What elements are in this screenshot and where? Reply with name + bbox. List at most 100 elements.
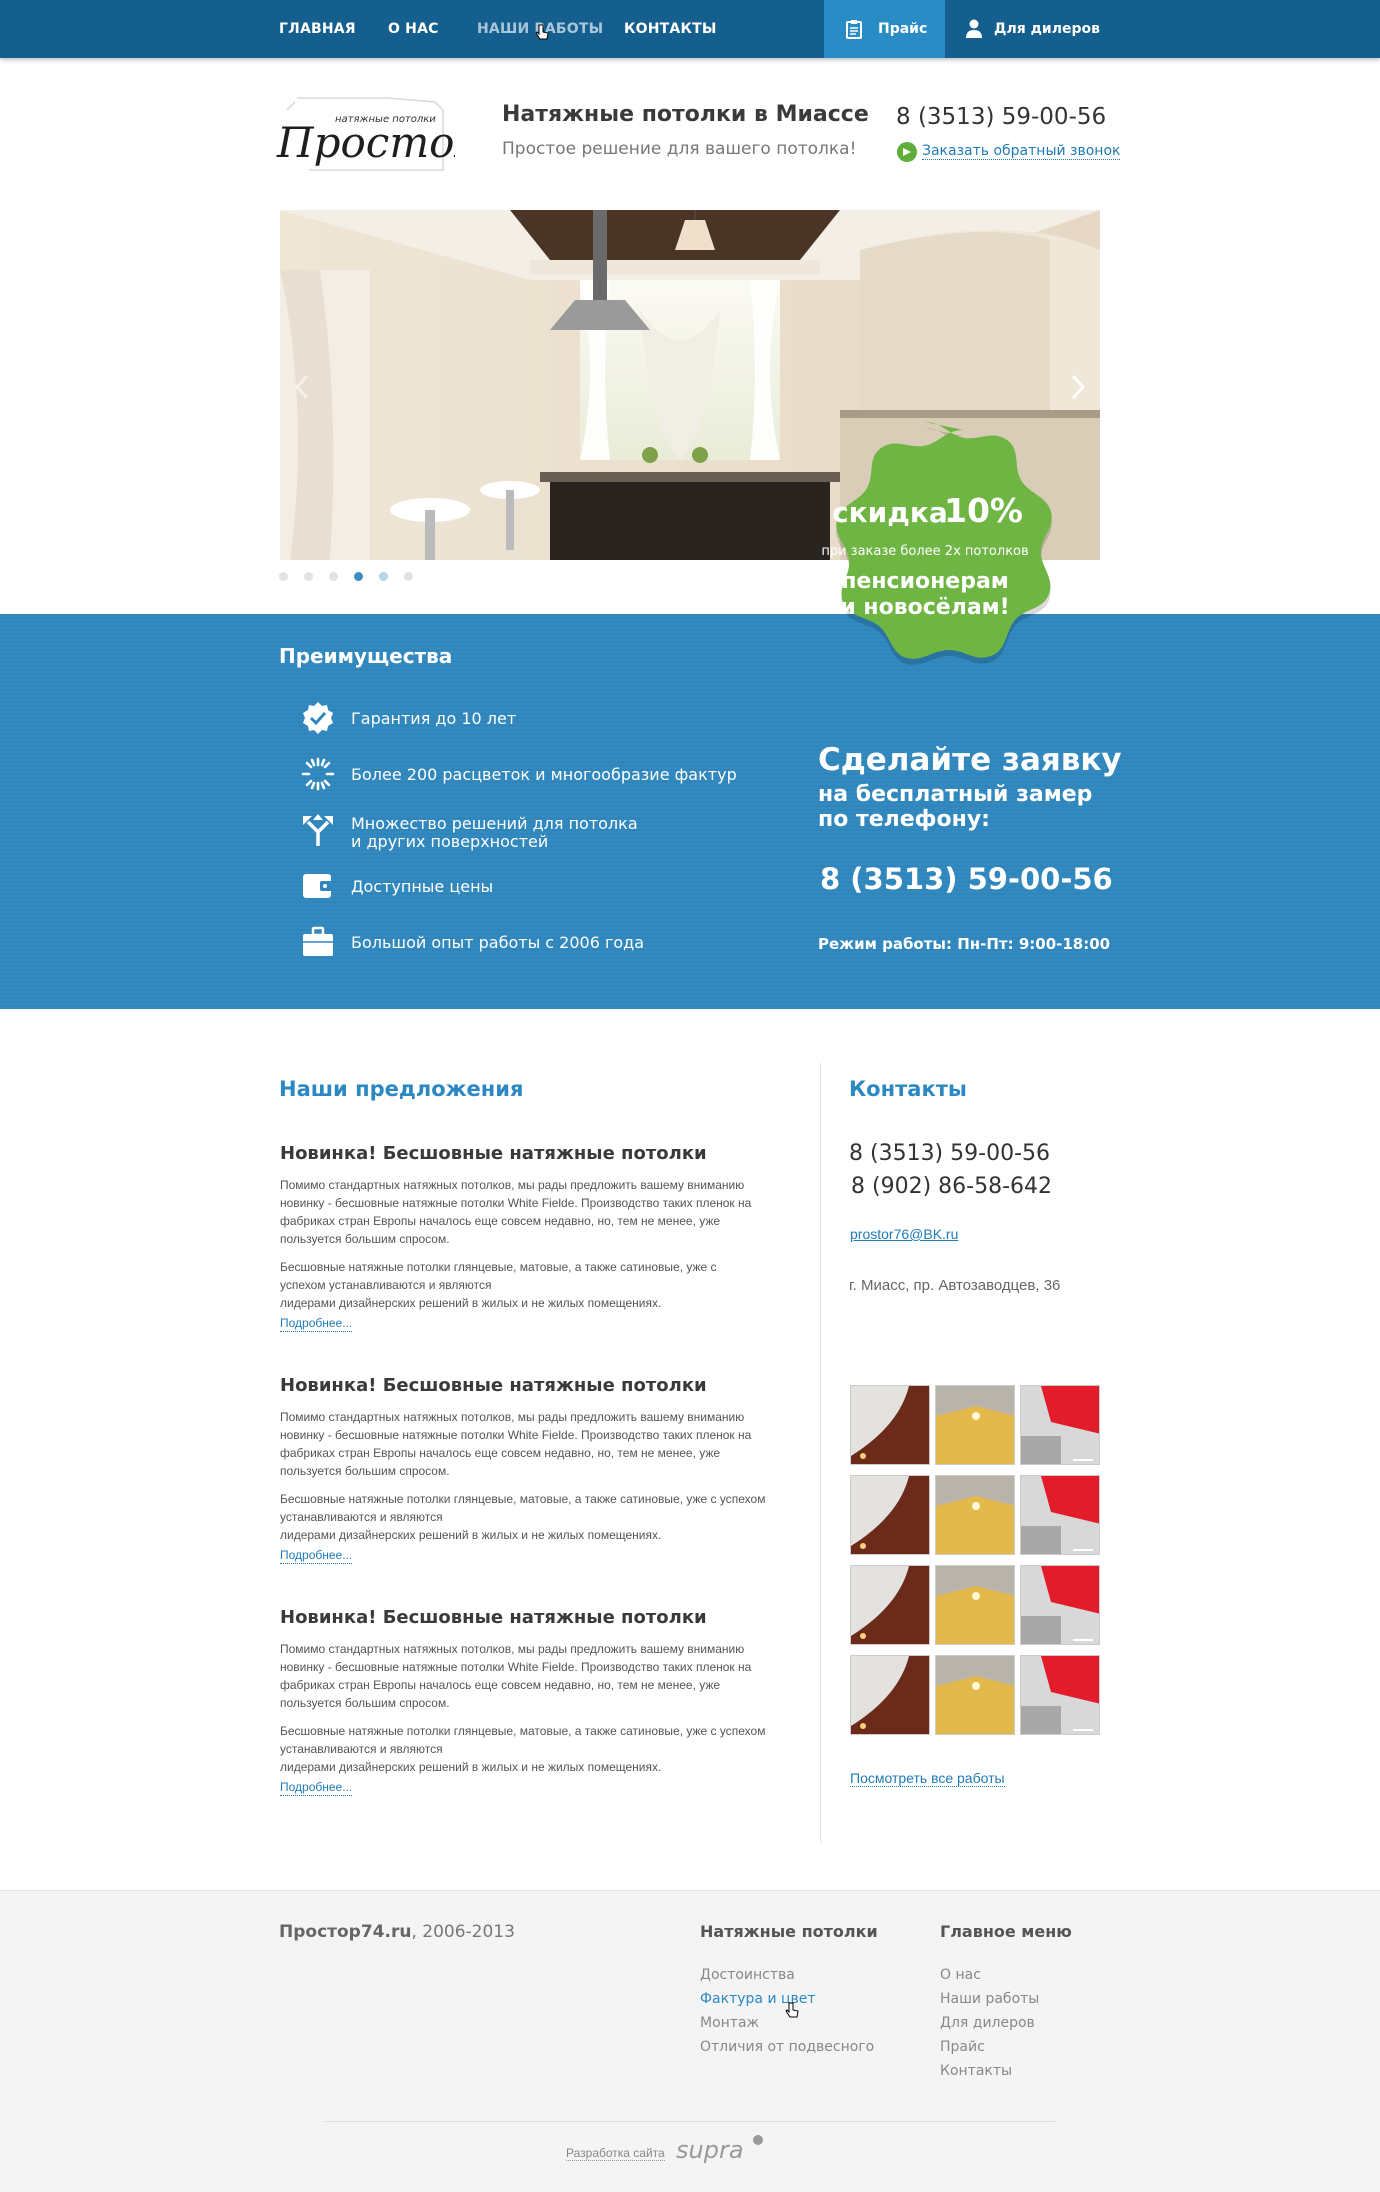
work-thumbnail[interactable] xyxy=(1020,1385,1100,1465)
slider-dot[interactable] xyxy=(379,572,388,581)
nav-item-contacts[interactable]: Контакты xyxy=(624,0,717,58)
offer-item: Новинка! Бесшовные натяжные потолки Поми… xyxy=(280,1375,780,1564)
offer-title: Новинка! Бесшовные натяжные потолки xyxy=(280,1375,707,1396)
offer-title: Новинка! Бесшовные натяжные потолки xyxy=(280,1143,707,1164)
slider-dot[interactable] xyxy=(329,572,338,581)
color-wheel-icon xyxy=(301,757,335,791)
work-thumbnail[interactable] xyxy=(935,1655,1015,1735)
footer-link[interactable]: Наши работы xyxy=(940,1991,1039,2007)
offer-more-link[interactable]: Подробнее... xyxy=(280,1316,353,1332)
contact-phone: 8 (3513) 59-00-56 xyxy=(849,1141,1050,1166)
contact-address: г. Миасс, пр. Автозаводцев, 36 xyxy=(849,1277,1061,1294)
work-thumbnail[interactable] xyxy=(850,1385,930,1465)
footer-link[interactable]: Отличия от подвесного xyxy=(700,2039,874,2055)
all-works-link[interactable]: Посмотреть все работы xyxy=(850,1770,1005,1787)
footer-link[interactable]: Монтаж xyxy=(700,2015,759,2031)
work-thumbnail[interactable] xyxy=(935,1385,1015,1465)
offer-more-link[interactable]: Подробнее... xyxy=(280,1548,353,1564)
svg-text:скидка: скидка xyxy=(832,496,948,529)
check-badge-icon xyxy=(303,702,333,734)
work-thumbnail[interactable] xyxy=(1020,1475,1100,1555)
contacts-title: Контакты xyxy=(849,1077,967,1101)
clipboard-icon xyxy=(846,20,862,39)
arrow-circle-icon xyxy=(897,142,917,162)
top-nav: Главная О нас Наши работы Контакты Прайс… xyxy=(0,0,1380,58)
svg-text:и новосёлам!: и новосёлам! xyxy=(840,595,1009,620)
work-thumbnail[interactable] xyxy=(935,1475,1015,1555)
work-thumbnail[interactable] xyxy=(1020,1655,1100,1735)
work-thumbnail[interactable] xyxy=(935,1565,1015,1645)
work-hours: Режим работы: Пн-Пт: 9:00-18:00 xyxy=(818,935,1111,953)
svg-text:пенсионерам: пенсионерам xyxy=(841,569,1009,594)
offer-text: Помимо стандартных натяжных потолков, мы… xyxy=(280,1410,752,1478)
svg-text:при заказе более 2х потолков: при заказе более 2х потолков xyxy=(821,544,1028,559)
arrows-split-icon xyxy=(303,814,333,846)
slider-dot[interactable] xyxy=(404,572,413,581)
slider-prev-icon[interactable] xyxy=(294,374,310,400)
offer-text: Бесшовные натяжные потолки глянцевые, ма… xyxy=(280,1260,717,1310)
advantage-text: Большой опыт работы с 2006 года xyxy=(351,933,645,952)
advantage-text: Более 200 расцветок и многообразие факту… xyxy=(351,765,737,784)
footer-link[interactable]: Для дилеров xyxy=(940,2015,1035,2031)
offer-title: Новинка! Бесшовные натяжные потолки xyxy=(280,1607,707,1628)
order-subtitle-line: на бесплатный замер xyxy=(818,782,1093,807)
slider-dot-active[interactable] xyxy=(354,572,363,581)
briefcase-icon xyxy=(303,926,333,956)
slider-next-icon[interactable] xyxy=(1070,374,1086,400)
offers-title: Наши предложения xyxy=(279,1077,524,1101)
nav-item-home[interactable]: Главная xyxy=(279,0,356,58)
wallet-icon xyxy=(303,874,333,898)
callback-label: Заказать обратный звонок xyxy=(922,143,1121,160)
price-label: Прайс xyxy=(878,21,928,37)
price-button[interactable]: Прайс xyxy=(824,0,945,58)
svg-text:supra: supra xyxy=(676,2136,744,2164)
order-subtitle-line: по телефону: xyxy=(818,807,990,832)
hand-cursor-icon xyxy=(785,2002,799,2018)
slider-dot[interactable] xyxy=(304,572,313,581)
developer-link[interactable]: Разработка сайта xyxy=(566,2146,665,2161)
advantage-text: и других поверхностей xyxy=(351,832,549,851)
hand-cursor-icon xyxy=(535,24,549,40)
work-thumbnail[interactable] xyxy=(850,1565,930,1645)
work-thumbnail[interactable] xyxy=(850,1475,930,1555)
work-thumbnail[interactable] xyxy=(1020,1565,1100,1645)
advantages-band xyxy=(0,614,1380,1009)
footer-years: , 2006-2013 xyxy=(411,1922,515,1942)
user-icon xyxy=(966,19,982,38)
footer-link[interactable]: О нас xyxy=(940,1967,981,1983)
advantage-text: Гарантия до 10 лет xyxy=(351,709,517,728)
footer-link[interactable]: Контакты xyxy=(940,2063,1012,2079)
contact-email-link[interactable]: prostor76@BK.ru xyxy=(850,1226,958,1242)
offer-text: Бесшовные натяжные потолки глянцевые, ма… xyxy=(280,1492,766,1542)
footer-copyright: Простор74.ru, 2006-2013 xyxy=(279,1922,515,1942)
offer-item: Новинка! Бесшовные натяжные потолки Поми… xyxy=(280,1607,780,1796)
work-thumbnail[interactable] xyxy=(850,1655,930,1735)
footer-col-title: Главное меню xyxy=(940,1922,1072,1941)
footer-col-title: Натяжные потолки xyxy=(700,1922,878,1941)
footer-link[interactable]: Прайс xyxy=(940,2039,985,2055)
offer-text: Бесшовные натяжные потолки глянцевые, ма… xyxy=(280,1724,766,1774)
nav-item-about[interactable]: О нас xyxy=(388,0,439,58)
footer-link[interactable]: Достоинства xyxy=(700,1967,795,1983)
advantages-title: Преимущества xyxy=(279,644,453,668)
offer-more-link[interactable]: Подробнее... xyxy=(280,1780,353,1796)
slider-dot[interactable] xyxy=(279,572,288,581)
advantage-text: Доступные цены xyxy=(351,877,494,896)
site-title: Натяжные потолки в Миассе xyxy=(502,102,869,127)
footer-divider xyxy=(325,2121,1055,2122)
order-phone: 8 (3513) 59-00-56 xyxy=(820,862,1113,896)
column-divider xyxy=(820,1063,821,1843)
order-subtitle: на бесплатный замер по телефону: xyxy=(818,782,1092,832)
discount-badge: скидка 10% при заказе более 2х потолков … xyxy=(780,414,1070,684)
order-title: Сделайте заявку xyxy=(818,742,1122,778)
contact-phone: 8 (902) 86-58-642 xyxy=(851,1174,1052,1199)
header-phone: 8 (3513) 59-00-56 xyxy=(896,104,1107,130)
offer-text: Помимо стандартных натяжных потолков, мы… xyxy=(280,1642,752,1710)
supra-logo[interactable]: supra xyxy=(676,2132,766,2166)
dealers-label: Для дилеров xyxy=(994,21,1100,37)
svg-text:ПростоР: ПростоР xyxy=(276,118,455,167)
footer-site-name: Простор74.ru xyxy=(279,1922,412,1942)
svg-text:10%: 10% xyxy=(944,491,1023,530)
site-subtitle: Простое решение для вашего потолка! xyxy=(502,139,857,159)
site-logo[interactable]: натяжные потолки ПростоР xyxy=(275,90,483,172)
